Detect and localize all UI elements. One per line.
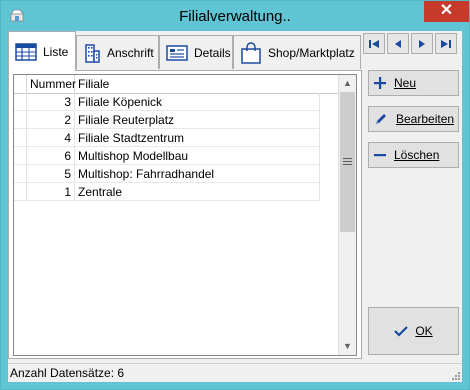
column-header-filiale[interactable]: Filiale (75, 75, 320, 93)
column-header-nummer[interactable]: Nummer (27, 75, 76, 93)
status-bar: Anzahl Datensätze: 6 (8, 363, 462, 382)
row-selector[interactable] (14, 129, 27, 147)
previous-record-button[interactable] (387, 33, 409, 54)
next-record-button[interactable] (411, 33, 433, 54)
tab-label: Liste (43, 44, 69, 59)
first-record-icon (369, 39, 379, 48)
cell-filiale: Zentrale (75, 183, 320, 201)
cell-nummer: 3 (27, 93, 75, 111)
scroll-up-icon[interactable]: ▲ (339, 75, 356, 92)
delete-button[interactable]: Löschen (368, 142, 459, 168)
record-count-text: Anzahl Datensätze: 6 (10, 366, 125, 380)
cell-filiale: Filiale Reuterplatz (75, 111, 320, 129)
checkmark-icon (394, 326, 409, 337)
ok-button-label: OK (415, 324, 433, 338)
table-row[interactable]: 4 Filiale Stadtzentrum (14, 129, 340, 147)
scroll-thumb[interactable] (340, 92, 355, 232)
tab-strip: Liste Anschrift Details Shop/Marktplatz (8, 31, 363, 71)
application-window: Filialverwaltung.. ✕ Liste Anschrift Det… (0, 0, 470, 390)
row-selector[interactable] (14, 165, 27, 183)
tab-label: Shop/Marktplatz (268, 45, 355, 60)
close-button[interactable]: ✕ (424, 1, 469, 22)
row-selector[interactable] (14, 183, 27, 201)
row-selector[interactable] (14, 93, 27, 111)
first-record-button[interactable] (363, 33, 385, 54)
title-bar[interactable]: Filialverwaltung.. ✕ (1, 1, 469, 31)
cell-nummer: 4 (27, 129, 75, 147)
cell-nummer: 1 (27, 183, 75, 201)
tab-anschrift[interactable]: Anschrift (76, 35, 159, 69)
tab-label: Details (194, 45, 231, 60)
new-button[interactable]: Neu (368, 70, 459, 96)
cell-nummer: 5 (27, 165, 75, 183)
client-area: Liste Anschrift Details Shop/Marktplatz … (8, 31, 462, 382)
row-selector[interactable] (14, 111, 27, 129)
tab-label: Anschrift (107, 45, 154, 60)
edit-button[interactable]: Bearbeiten (368, 106, 459, 132)
grip-icon (343, 158, 352, 167)
cell-filiale: Multishop: Fahrradhandel (75, 165, 320, 183)
pencil-icon (376, 114, 386, 124)
details-card-icon (166, 44, 188, 61)
delete-button-label: Löschen (394, 148, 440, 162)
plus-icon (374, 77, 386, 89)
last-record-icon (441, 39, 451, 48)
window-title: Filialverwaltung.. (179, 8, 291, 25)
cell-filiale: Filiale Stadtzentrum (75, 129, 320, 147)
branch-table[interactable]: Nummer Filiale 3 Filiale Köpenick 2 Fili… (13, 74, 357, 356)
table-row[interactable]: 3 Filiale Köpenick (14, 93, 340, 111)
new-button-label: Neu (394, 76, 417, 90)
resize-grip-icon[interactable] (451, 371, 461, 381)
table-row[interactable]: 2 Filiale Reuterplatz (14, 111, 340, 129)
row-selector[interactable] (14, 147, 27, 165)
cell-filiale: Multishop Modellbau (75, 147, 320, 165)
tab-liste[interactable]: Liste (8, 31, 76, 71)
previous-record-icon (395, 39, 401, 48)
liste-panel: Nummer Filiale 3 Filiale Köpenick 2 Fili… (8, 70, 362, 359)
tab-details[interactable]: Details (159, 35, 233, 69)
cell-nummer: 2 (27, 111, 75, 129)
next-record-icon (419, 39, 425, 48)
close-icon: ✕ (439, 2, 454, 19)
shopping-bag-icon (241, 41, 261, 64)
table-row[interactable]: 5 Multishop: Fahrradhandel (14, 165, 340, 183)
building-icon (85, 43, 100, 63)
table-header: Nummer Filiale (14, 75, 340, 94)
last-record-button[interactable] (435, 33, 457, 54)
vertical-scrollbar[interactable]: ▲ ▼ (338, 75, 356, 355)
scroll-down-icon[interactable]: ▼ (339, 338, 356, 355)
minus-icon (374, 154, 386, 157)
row-selector-header (14, 75, 27, 93)
table-row[interactable]: 6 Multishop Modellbau (14, 147, 340, 165)
edit-button-label: Bearbeiten (396, 112, 455, 126)
ok-button[interactable]: OK (368, 307, 459, 355)
cell-filiale: Filiale Köpenick (75, 93, 320, 111)
list-grid-icon (15, 42, 37, 61)
table-row[interactable]: 1 Zentrale (14, 183, 340, 201)
tab-shop-marktplatz[interactable]: Shop/Marktplatz (233, 35, 361, 69)
cell-nummer: 6 (27, 147, 75, 165)
